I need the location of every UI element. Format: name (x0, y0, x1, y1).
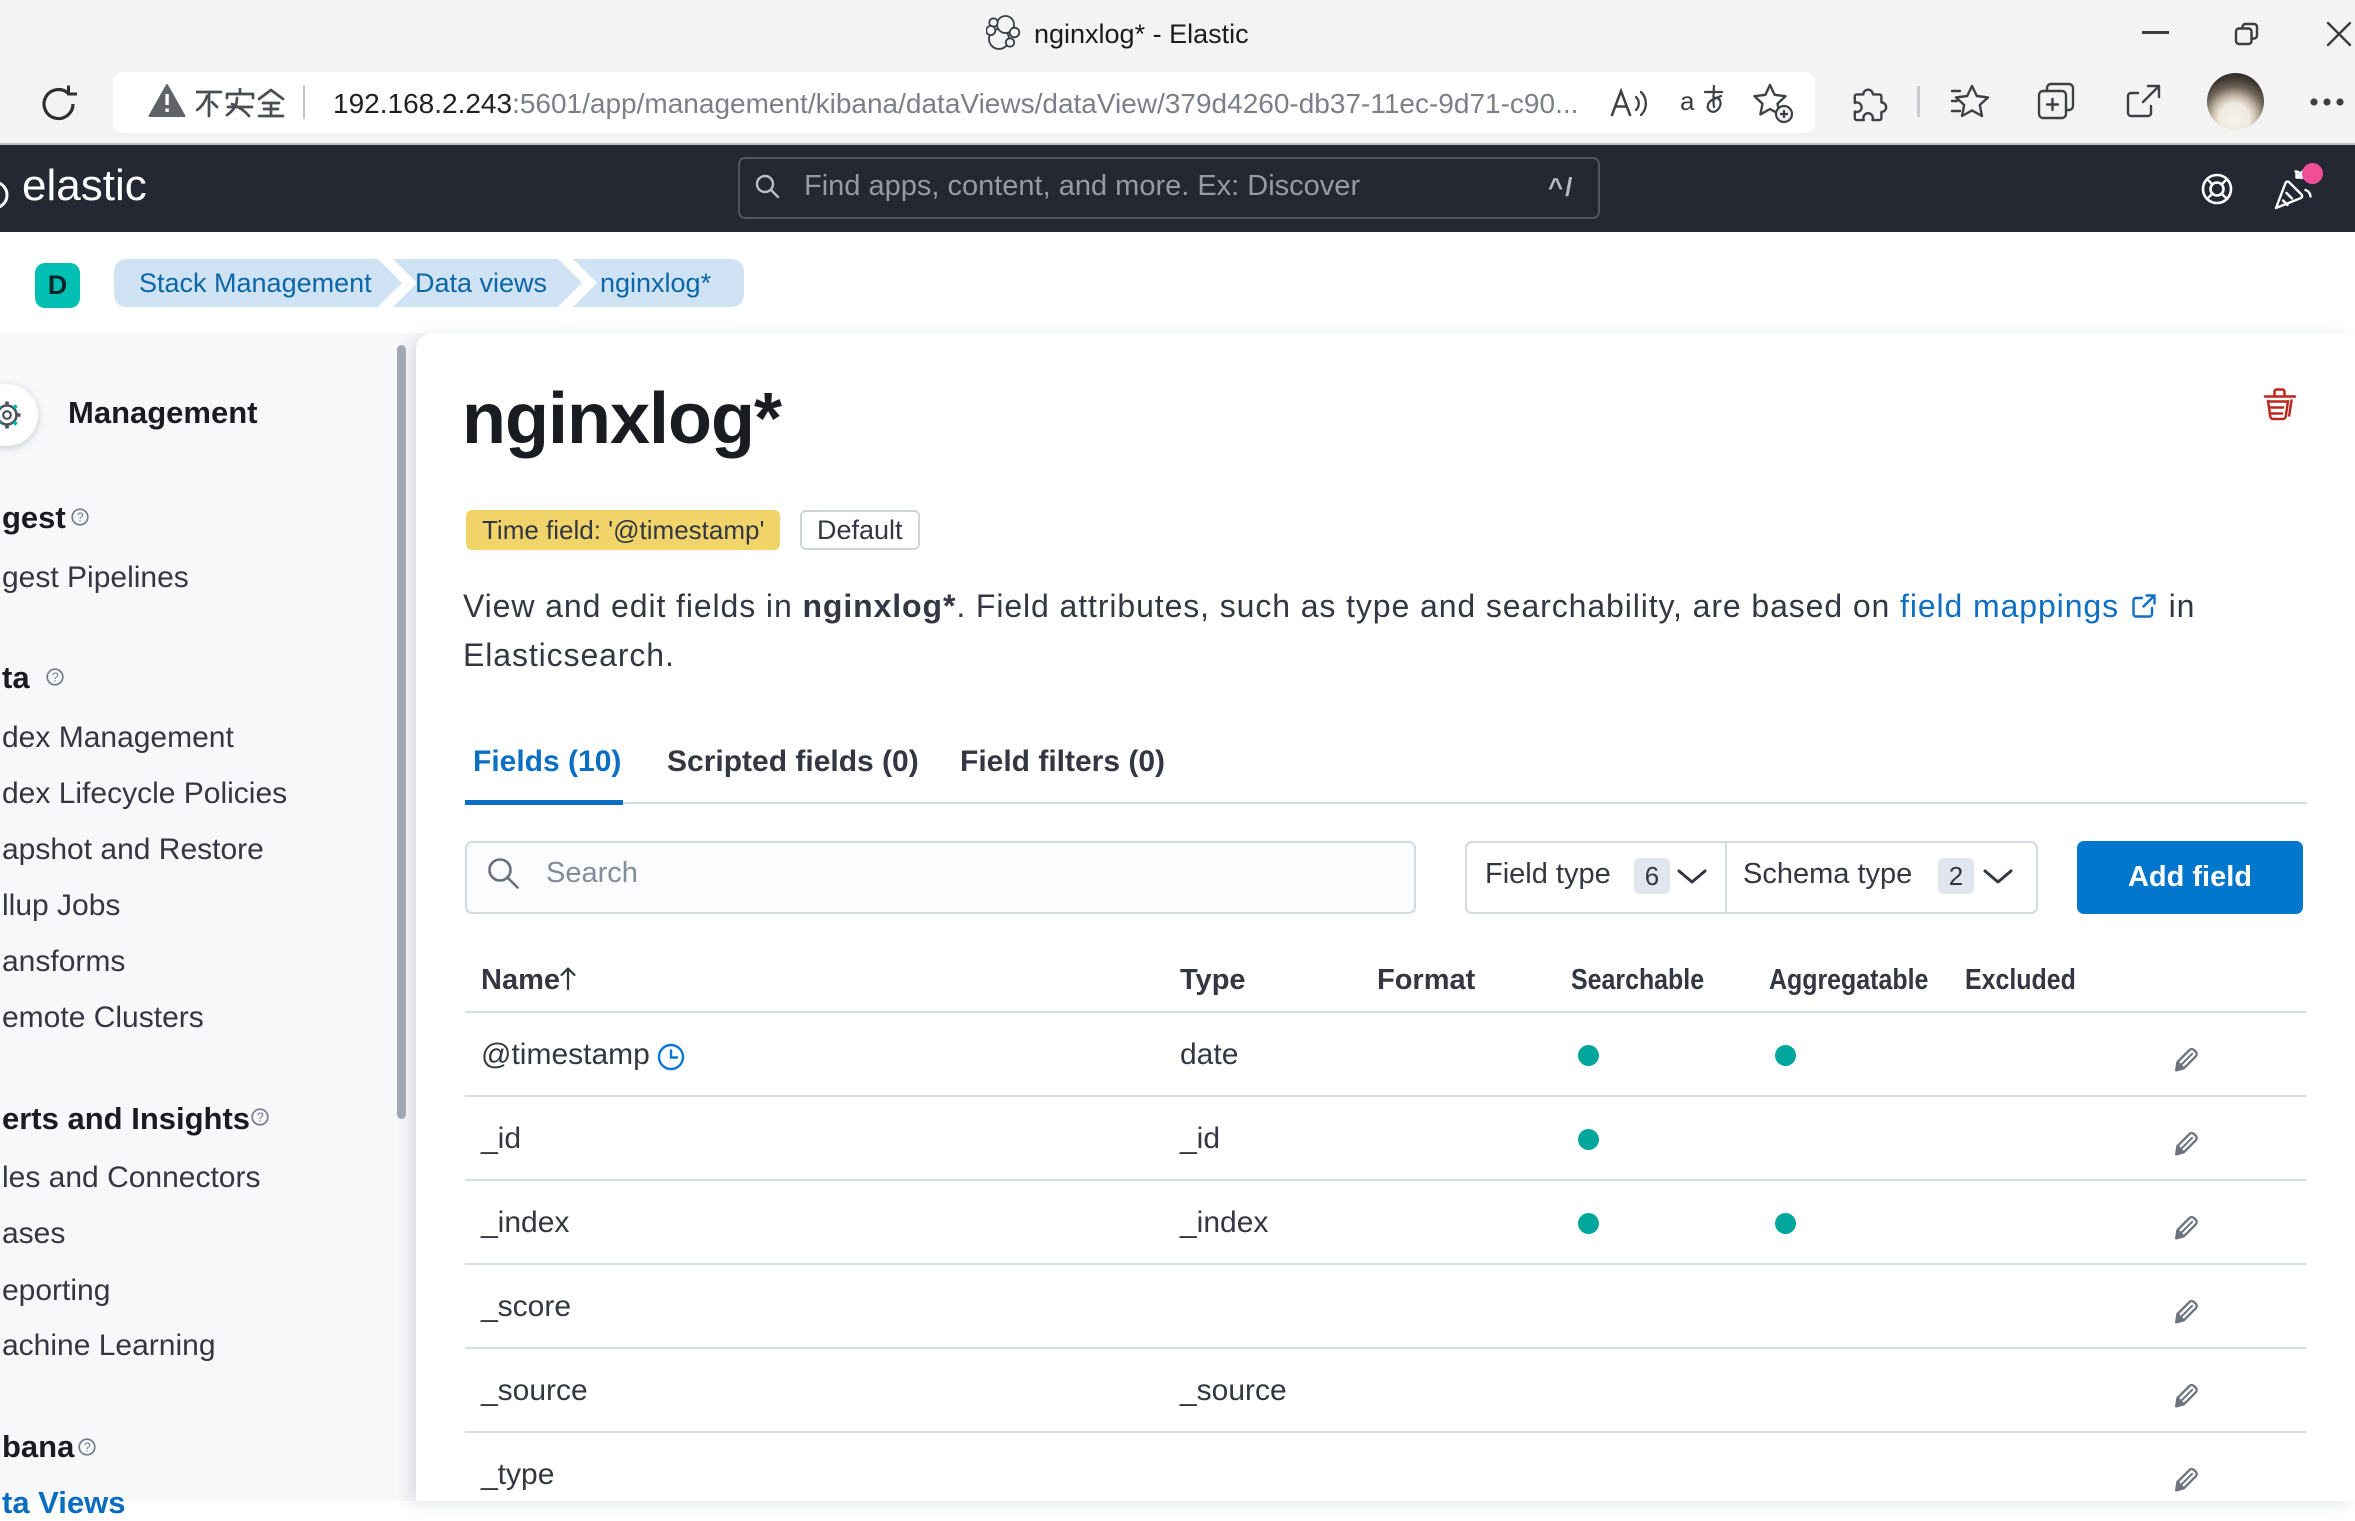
svg-text:?: ? (257, 1111, 264, 1125)
svg-text:a: a (1680, 86, 1695, 116)
svg-text:?: ? (52, 671, 59, 685)
svg-text:?: ? (77, 511, 84, 525)
svg-text:?: ? (84, 1441, 91, 1455)
